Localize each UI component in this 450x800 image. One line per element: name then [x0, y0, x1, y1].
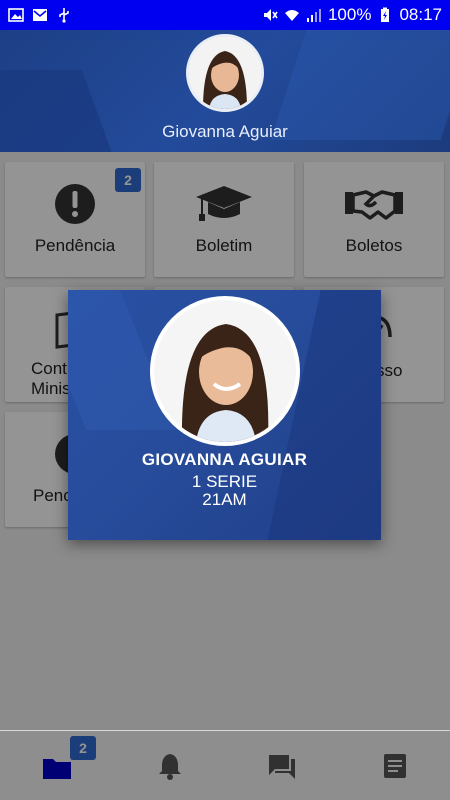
modal-student-name: GIOVANNA AGUIAR: [141, 450, 308, 469]
person-photo: [189, 37, 261, 109]
signal-icon: [306, 9, 321, 22]
battery-icon: [381, 7, 390, 22]
avatar[interactable]: [186, 34, 264, 112]
person-photo: [154, 300, 296, 442]
user-name: Giovanna Aguiar: [162, 122, 288, 141]
profile-header: Giovanna Aguiar: [0, 30, 450, 152]
usb-icon: [59, 8, 69, 23]
mail-icon: [33, 9, 47, 21]
status-bar: 100% 08:17: [0, 0, 450, 30]
battery-percent: 100%: [327, 5, 372, 24]
clock: 08:17: [399, 5, 442, 24]
modal-grade: 1 SERIE: [191, 472, 258, 491]
modal-class: 21AM: [202, 490, 247, 509]
mute-icon: [263, 9, 278, 21]
profile-modal[interactable]: GIOVANNA AGUIAR 1 SERIE 21AM: [68, 290, 381, 540]
modal-avatar: [150, 296, 300, 446]
wifi-icon: [284, 10, 299, 21]
image-icon: [8, 8, 24, 22]
bottom-navigation: 2: [0, 730, 450, 800]
